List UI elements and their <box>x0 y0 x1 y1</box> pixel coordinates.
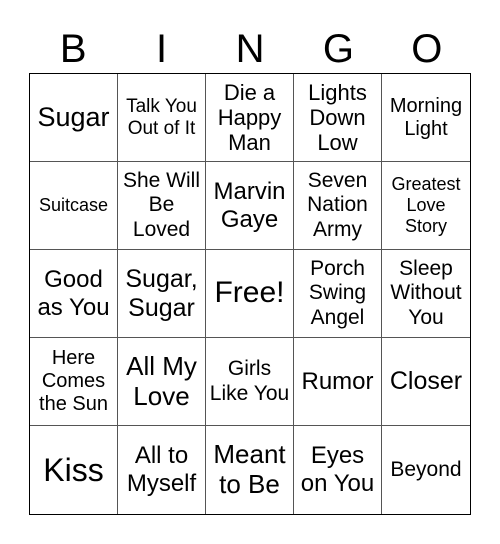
bingo-cell[interactable]: Closer <box>382 338 470 426</box>
bingo-cell[interactable]: All My Love <box>118 338 206 426</box>
bingo-cell[interactable]: All to Myself <box>118 426 206 514</box>
bingo-cell[interactable]: Sugar, Sugar <box>118 250 206 338</box>
bingo-header: B I N G O <box>29 26 471 72</box>
bingo-cell[interactable]: She Will Be Loved <box>118 162 206 250</box>
bingo-cell[interactable]: Lights Down Low <box>294 74 382 162</box>
bingo-cell[interactable]: Girls Like You <box>206 338 294 426</box>
bingo-cell[interactable]: Eyes on You <box>294 426 382 514</box>
bingo-cell[interactable]: Die a Happy Man <box>206 74 294 162</box>
bingo-free-cell[interactable]: Free! <box>206 250 294 338</box>
bingo-cell[interactable]: Meant to Be <box>206 426 294 514</box>
bingo-cell[interactable]: Talk You Out of It <box>118 74 206 162</box>
bingo-cell[interactable]: Suitcase <box>30 162 118 250</box>
bingo-cell[interactable]: Rumor <box>294 338 382 426</box>
header-letter-g: G <box>322 27 354 71</box>
bingo-cell[interactable]: Beyond <box>382 426 470 514</box>
bingo-cell[interactable]: Morning Light <box>382 74 470 162</box>
header-letter-o: O <box>411 27 443 71</box>
header-letter-b: B <box>59 27 87 71</box>
bingo-cell[interactable]: Porch Swing Angel <box>294 250 382 338</box>
bingo-cell[interactable]: Sugar <box>30 74 118 162</box>
bingo-cell[interactable]: Sleep Without You <box>382 250 470 338</box>
bingo-grid: Sugar Talk You Out of It Die a Happy Man… <box>29 73 471 515</box>
bingo-cell[interactable]: Greatest Love Story <box>382 162 470 250</box>
bingo-cell[interactable]: Kiss <box>30 426 118 514</box>
header-letter-n: N <box>235 27 265 71</box>
header-letter-i: I <box>156 27 168 71</box>
bingo-cell[interactable]: Here Comes the Sun <box>30 338 118 426</box>
bingo-cell[interactable]: Marvin Gaye <box>206 162 294 250</box>
bingo-cell[interactable]: Good as You <box>30 250 118 338</box>
bingo-cell[interactable]: Seven Nation Army <box>294 162 382 250</box>
